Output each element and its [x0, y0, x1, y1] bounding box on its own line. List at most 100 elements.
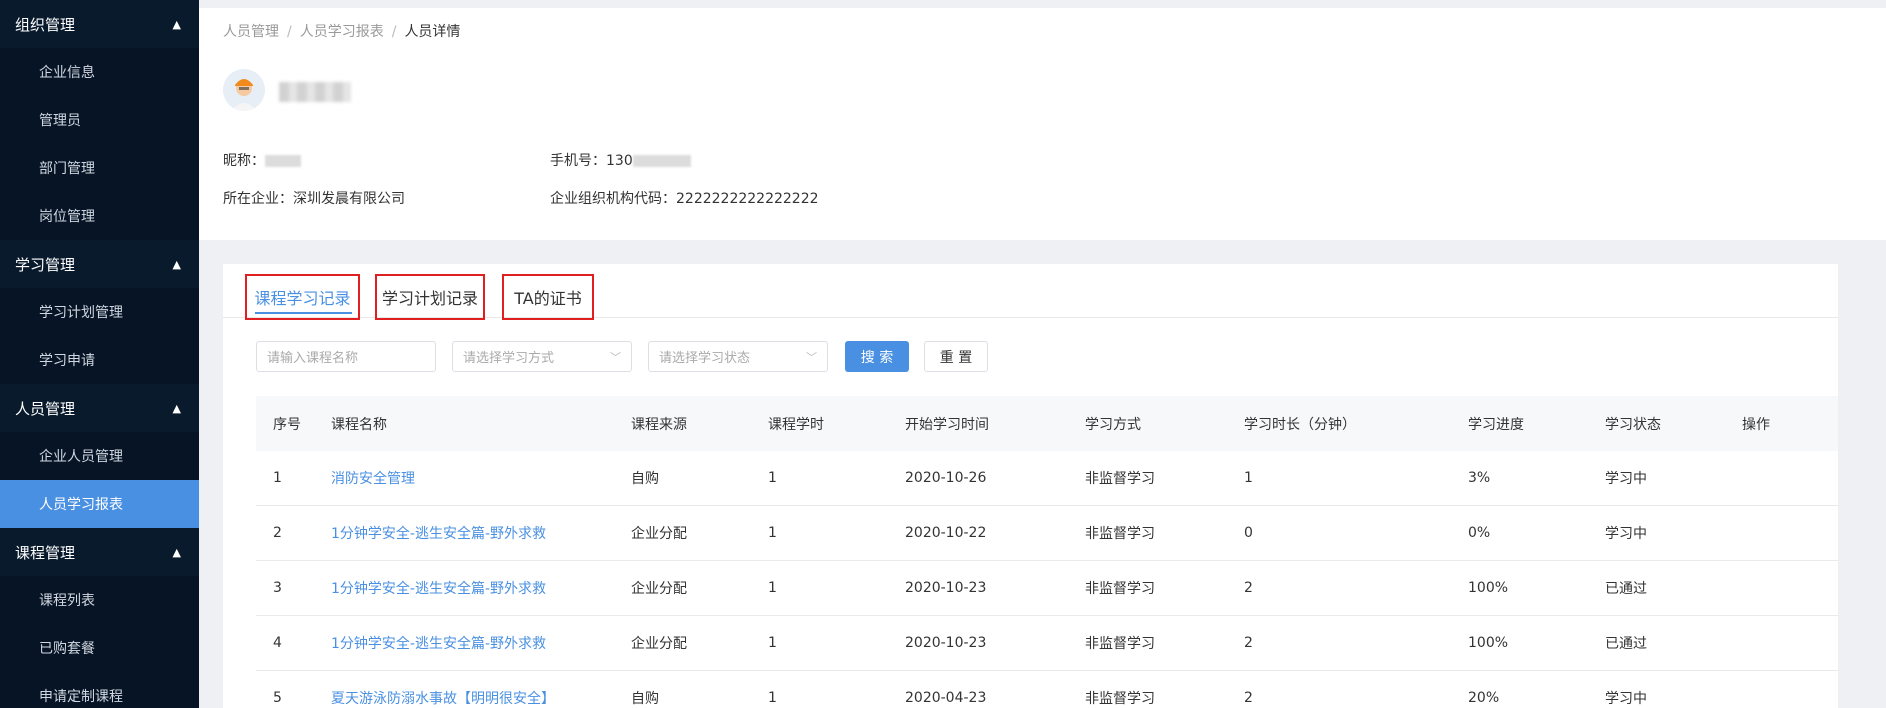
study-method-select[interactable]: 请选择学习方式 ﹀ [452, 341, 632, 372]
chevron-down-icon: ﹀ [806, 350, 817, 364]
table-cell: 学习中 [1605, 526, 1647, 542]
table-cell: 非监督学习 [1085, 581, 1155, 597]
course-name-link[interactable]: 1分钟学安全-逃生安全篇-野外求救 [331, 633, 631, 653]
table-cell: 学习中 [1605, 471, 1647, 487]
table-row: 5 夏天游泳防溺水事故【明明很安全】 自购 1 2020-04-23 非监督学习 2 20% 学… [256, 671, 1838, 708]
company-value: 深圳发晨有限公司 [293, 191, 405, 207]
tab-course-records[interactable]: 课程学习记录 [245, 274, 360, 320]
col-header: 课程名称 [331, 416, 387, 433]
table-cell: 自购 [631, 691, 659, 707]
sidebar-group-org[interactable]: 组织管理 ▲ [0, 0, 199, 48]
sidebar-group-courses[interactable]: 课程管理 ▲ [0, 528, 199, 576]
sidebar-item-company-personnel[interactable]: 企业人员管理 [0, 432, 199, 480]
table-cell: 1 [768, 580, 777, 596]
table-row: 2 1分钟学安全-逃生安全篇-野外求救 企业分配 1 2020-10-22 非监督学习 0 0… [256, 506, 1838, 561]
tab-bar: 课程学习记录 学习计划记录 TA的证书 [223, 264, 1838, 320]
table-cell: 已通过 [1605, 636, 1647, 652]
table-cell: 2020-10-23 [905, 635, 987, 651]
sidebar-item-departments[interactable]: 部门管理 [0, 144, 199, 192]
table-cell: 1 [768, 470, 777, 486]
table-cell: 100% [1468, 635, 1509, 651]
nickname-info: 昵称： [223, 150, 301, 170]
sidebar-group-personnel[interactable]: 人员管理 ▲ [0, 384, 199, 432]
course-name-link[interactable]: 1分钟学安全-逃生安全篇-野外求救 [331, 578, 631, 598]
avatar [223, 69, 265, 111]
sidebar-item-study-plans[interactable]: 学习计划管理 [0, 288, 199, 336]
sidebar-item-positions[interactable]: 岗位管理 [0, 192, 199, 240]
table-cell: 2 [1244, 580, 1253, 596]
search-button[interactable]: 搜 索 [845, 341, 909, 372]
user-name-masked [279, 82, 351, 102]
col-header: 操作 [1742, 416, 1770, 433]
study-status-placeholder: 请选择学习状态 [659, 351, 751, 366]
table-cell: 非监督学习 [1085, 691, 1155, 707]
table-row: 4 1分钟学安全-逃生安全篇-野外求救 企业分配 1 2020-10-23 非监督学习 2 1… [256, 616, 1838, 671]
table-cell: 非监督学习 [1085, 636, 1155, 652]
table-cell: 2020-10-22 [905, 525, 987, 541]
table-cell: 企业分配 [631, 636, 687, 652]
org-code-value: 2222222222222222 [676, 191, 819, 207]
chevron-up-icon: ▲ [172, 545, 181, 559]
table-row: 1 消防安全管理 自购 1 2020-10-26 非监督学习 1 3% 学习中 [256, 451, 1838, 506]
phone-label: 手机号： [550, 153, 606, 169]
table-row: 3 1分钟学安全-逃生安全篇-野外求救 企业分配 1 2020-10-23 非监督学习 2 1… [256, 561, 1838, 616]
breadcrumb-current: 人员详情 [404, 24, 461, 40]
table-cell: 非监督学习 [1085, 471, 1155, 487]
table-cell: 企业分配 [631, 581, 687, 597]
table-cell: 3% [1468, 470, 1491, 486]
nickname-label: 昵称： [223, 153, 265, 169]
tab-label: 课程学习记录 [254, 289, 351, 308]
sidebar-item-company-info[interactable]: 企业信息 [0, 48, 199, 96]
course-name-placeholder: 请输入课程名称 [267, 351, 359, 366]
org-code-info: 企业组织机构代码：2222222222222222 [550, 188, 819, 208]
table-cell: 0% [1468, 525, 1491, 541]
sidebar-group-label: 人员管理 [15, 399, 76, 418]
table-cell: 非监督学习 [1085, 526, 1155, 542]
org-code-label: 企业组织机构代码： [550, 191, 676, 207]
table-cell: 学习中 [1605, 691, 1647, 707]
breadcrumb-personnel[interactable]: 人员管理 [223, 24, 279, 40]
sidebar-item-custom-course[interactable]: 申请定制课程 [0, 672, 199, 708]
course-name-link[interactable]: 1分钟学安全-逃生安全篇-野外求救 [331, 523, 631, 543]
sidebar-item-admins[interactable]: 管理员 [0, 96, 199, 144]
tab-label: TA的证书 [514, 289, 582, 308]
tab-plan-records[interactable]: 学习计划记录 [375, 274, 485, 320]
table-cell: 1 [768, 525, 777, 541]
tab-label: 学习计划记录 [381, 289, 478, 308]
sidebar-item-study-applications[interactable]: 学习申请 [0, 336, 199, 384]
company-label: 所在企业： [223, 191, 293, 207]
col-header: 学习进度 [1468, 416, 1524, 433]
company-info: 所在企业：深圳发晨有限公司 [223, 188, 405, 208]
breadcrumb: 人员管理 / 人员学习报表 / 人员详情 [223, 24, 461, 40]
chevron-up-icon: ▲ [172, 401, 181, 415]
table-cell: 企业分配 [631, 526, 687, 542]
records-card: 课程学习记录 学习计划记录 TA的证书 请输入课程名称 请选择学习方式 ﹀ 请选择… [223, 264, 1838, 708]
chevron-up-icon: ▲ [172, 257, 181, 271]
col-header: 学习时长（分钟） [1244, 416, 1356, 433]
table-header: 序号 课程名称 课程来源 课程学时 开始学习时间 学习方式 学习时长（分钟） 学… [256, 396, 1838, 451]
table-cell: 2 [1244, 635, 1253, 651]
col-header: 开始学习时间 [905, 416, 989, 433]
nickname-masked [265, 155, 301, 167]
phone-info: 手机号：130 [550, 150, 691, 170]
breadcrumb-report[interactable]: 人员学习报表 [300, 24, 384, 40]
study-status-select[interactable]: 请选择学习状态 ﹀ [648, 341, 828, 372]
sidebar-item-personnel-report[interactable]: 人员学习报表 [0, 480, 199, 528]
sidebar-item-purchased-packages[interactable]: 已购套餐 [0, 624, 199, 672]
course-name-input[interactable]: 请输入课程名称 [256, 341, 436, 372]
sidebar-group-label: 学习管理 [15, 255, 76, 274]
table-cell: 2020-10-26 [905, 470, 987, 486]
col-header: 课程学时 [768, 416, 824, 433]
tab-certificates[interactable]: TA的证书 [502, 274, 594, 320]
phone-prefix: 130 [606, 153, 633, 169]
table-cell: 已通过 [1605, 581, 1647, 597]
sidebar-group-learning[interactable]: 学习管理 ▲ [0, 240, 199, 288]
table-cell: 1 [768, 690, 777, 706]
course-name-link[interactable]: 夏天游泳防溺水事故【明明很安全】 [331, 688, 631, 708]
table-cell: 2020-04-23 [905, 690, 987, 706]
sidebar-group-label: 组织管理 [15, 15, 76, 34]
course-name-link[interactable]: 消防安全管理 [331, 468, 631, 488]
chevron-down-icon: ﹀ [610, 350, 621, 364]
reset-button[interactable]: 重 置 [924, 341, 988, 372]
sidebar-item-course-list[interactable]: 课程列表 [0, 576, 199, 624]
